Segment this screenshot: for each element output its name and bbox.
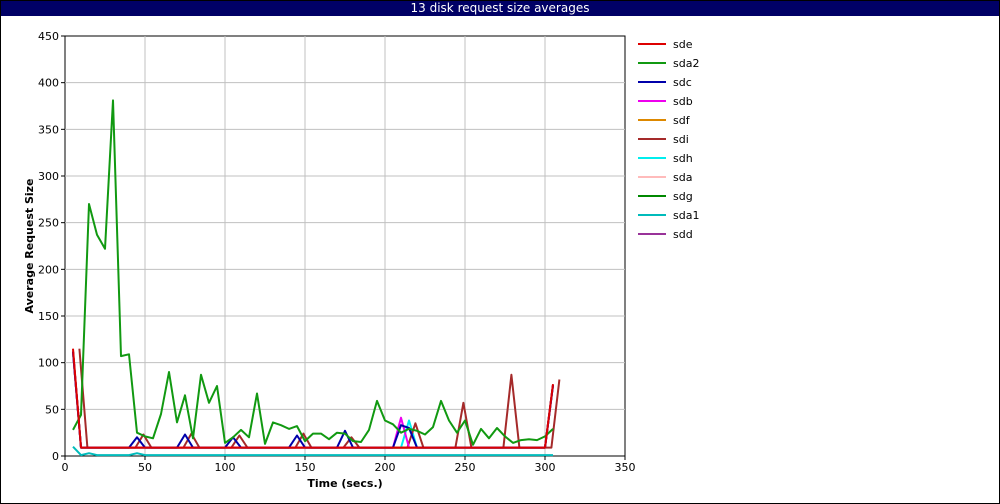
y-tick-label: 0: [52, 450, 59, 463]
x-axis-label: Time (secs.): [307, 477, 382, 490]
x-tick-label: 250: [455, 461, 476, 474]
y-tick-label: 200: [38, 263, 59, 276]
legend-label-sda: sda: [673, 171, 692, 184]
y-tick-label: 450: [38, 30, 59, 43]
y-tick-label: 400: [38, 77, 59, 90]
legend-label-sdb: sdb: [673, 95, 693, 108]
legend-label-sdi: sdi: [673, 133, 689, 146]
x-tick-label: 300: [535, 461, 556, 474]
legend-label-sdf: sdf: [673, 114, 691, 127]
plot-area: [64, 35, 626, 457]
x-tick-label: 200: [375, 461, 396, 474]
y-tick-label: 350: [38, 123, 59, 136]
x-tick-label: 350: [615, 461, 636, 474]
chart-svg: 0 50 100 150 200 250 300 350 0 50 100 150 200 250 300 3…: [23, 30, 699, 490]
y-axis-label: Average Request Size: [23, 178, 36, 313]
x-tick-label: 0: [62, 461, 69, 474]
y-tick-label: 300: [38, 170, 59, 183]
y-tick-label: 150: [38, 310, 59, 323]
legend-label-sdg: sdg: [673, 190, 693, 203]
x-tick-label: 50: [138, 461, 152, 474]
y-tick-label: 100: [38, 357, 59, 370]
legend-label-sda2: sda2: [673, 57, 699, 70]
legend-label-sdc: sdc: [673, 76, 692, 89]
legend-label-sde: sde: [673, 38, 693, 51]
legend-label-sdd: sdd: [673, 228, 693, 241]
y-tick-label: 250: [38, 217, 59, 230]
legend-label-sdh: sdh: [673, 152, 693, 165]
legend: sde sda2 sdc sdb sdf sdi sdh sda sdg sda1 sdd: [638, 38, 699, 241]
x-tick-label: 150: [295, 461, 316, 474]
x-tick-label: 100: [215, 461, 236, 474]
legend-label-sda1: sda1: [673, 209, 699, 222]
y-tick-label: 50: [45, 403, 59, 416]
